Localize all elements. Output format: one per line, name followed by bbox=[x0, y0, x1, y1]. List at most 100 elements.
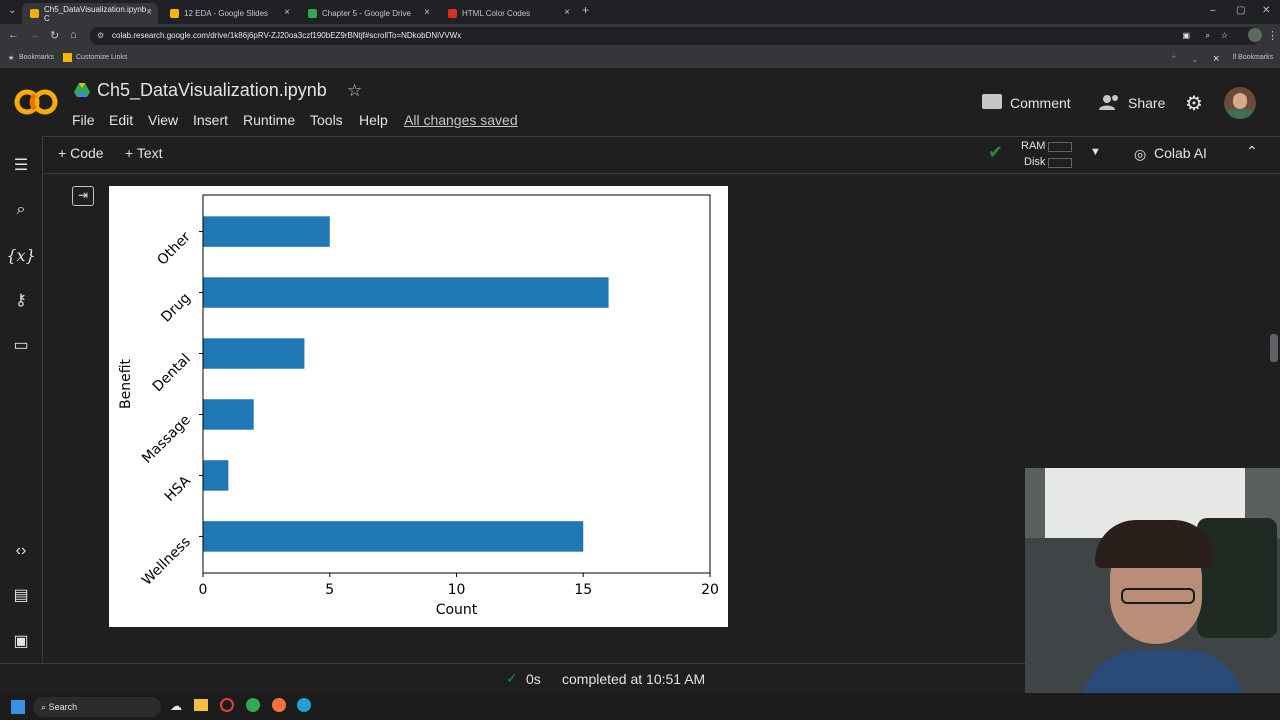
command-palette-icon[interactable]: ▤ bbox=[10, 584, 32, 606]
tab-search-icon[interactable]: ⌄ bbox=[8, 5, 16, 16]
bar-chart: Wellness HSA Massage Dental Drug Other 0 5 10 15 2… bbox=[118, 194, 719, 618]
all-bookmarks-link[interactable]: ll Bookmarks bbox=[1233, 54, 1273, 61]
colab-ai-button[interactable]: Colab AI bbox=[1154, 145, 1207, 161]
runtime-dropdown-icon[interactable]: ▼ bbox=[1090, 146, 1101, 158]
notebook-title[interactable]: Ch5_DataVisualization.ipynb bbox=[97, 80, 327, 101]
url-text: colab.research.google.com/drive/1k86j6pR… bbox=[112, 31, 462, 40]
y-tick-label: Wellness bbox=[139, 534, 194, 589]
close-tab-icon[interactable]: × bbox=[146, 7, 152, 18]
zoom-icon[interactable]: ⌕ bbox=[1206, 27, 1210, 45]
find-next-icon[interactable]: ⌄ bbox=[1191, 54, 1199, 65]
y-tick-label: Massage bbox=[139, 412, 194, 467]
menu-view[interactable]: View bbox=[148, 112, 178, 128]
menu-edit[interactable]: Edit bbox=[109, 112, 133, 128]
execution-time[interactable]: 0s bbox=[526, 671, 541, 687]
status-message: completed at 10:51 AM bbox=[562, 671, 706, 687]
firefox-icon[interactable] bbox=[272, 698, 286, 712]
chrome-icon[interactable] bbox=[246, 698, 260, 712]
install-app-icon[interactable]: ▣ bbox=[1182, 27, 1190, 45]
windows-start-icon[interactable] bbox=[11, 700, 25, 714]
find-close-icon[interactable]: × bbox=[1213, 53, 1219, 65]
x-tick-label: 15 bbox=[574, 582, 592, 598]
star-icon[interactable]: ☆ bbox=[347, 81, 362, 101]
menu-file[interactable]: File bbox=[72, 112, 95, 128]
bar-other bbox=[203, 216, 330, 247]
customize-links-link[interactable]: Customize Links bbox=[76, 54, 127, 61]
ram-label: RAM bbox=[1021, 140, 1046, 152]
variables-icon[interactable]: {x} bbox=[6, 244, 35, 266]
maximize-icon[interactable]: ▢ bbox=[1236, 5, 1245, 16]
resources-indicator[interactable]: RAM Disk bbox=[1016, 140, 1086, 170]
menu-insert[interactable]: Insert bbox=[193, 112, 228, 128]
x-tick-label: 0 bbox=[199, 582, 208, 598]
y-tick-label: Dental bbox=[150, 351, 194, 395]
app-icon[interactable] bbox=[220, 698, 234, 712]
bookmarks-link[interactable]: Bookmarks bbox=[19, 54, 54, 61]
cell-output-chart: Wellness HSA Massage Dental Drug Other 0 5 10 15 2… bbox=[109, 186, 728, 627]
comment-button[interactable]: Comment bbox=[1010, 95, 1071, 111]
site-info-icon[interactable]: ⚙ bbox=[97, 27, 104, 45]
bar-hsa bbox=[203, 460, 229, 491]
table-of-contents-icon[interactable]: ☰ bbox=[10, 154, 32, 176]
tab-title: Ch5_DataVisualization.ipynb - C bbox=[44, 4, 152, 23]
scrollbar-thumb[interactable] bbox=[1270, 334, 1278, 362]
browser-tab-colab[interactable]: Ch5_DataVisualization.ipynb - C × bbox=[22, 3, 158, 24]
colab-ai-icon[interactable]: ◎ bbox=[1134, 146, 1146, 163]
plot-frame bbox=[202, 194, 711, 574]
bar-wellness bbox=[203, 521, 584, 552]
file-explorer-icon[interactable] bbox=[194, 699, 208, 711]
close-window-icon[interactable]: ✕ bbox=[1262, 5, 1270, 16]
drive-favicon-icon bbox=[308, 9, 317, 18]
widgets-icon[interactable]: ☁ bbox=[170, 699, 182, 713]
add-text-button[interactable]: + Text bbox=[125, 145, 163, 161]
find-prev-icon[interactable]: ⌃ bbox=[1170, 54, 1178, 65]
bar-drug bbox=[203, 277, 609, 308]
add-code-button[interactable]: + Code bbox=[58, 145, 104, 161]
secrets-key-icon[interactable]: ⚷ bbox=[10, 289, 32, 311]
profile-avatar-icon[interactable] bbox=[1248, 28, 1262, 42]
browser-tab-slides[interactable]: 12 EDA - Google Slides × bbox=[162, 3, 296, 24]
drive-icon[interactable] bbox=[74, 83, 90, 97]
bar-massage bbox=[203, 399, 254, 430]
back-icon[interactable]: ← bbox=[8, 29, 19, 41]
close-tab-icon[interactable]: × bbox=[424, 7, 430, 18]
menu-tools[interactable]: Tools bbox=[310, 112, 343, 128]
files-folder-icon[interactable]: ▭ bbox=[10, 334, 32, 356]
home-icon[interactable]: ⌂ bbox=[70, 29, 77, 41]
browser-tab-html-colors[interactable]: HTML Color Codes × bbox=[440, 3, 576, 24]
settings-gear-icon[interactable]: ⚙ bbox=[1185, 91, 1203, 116]
browser-tab-drive[interactable]: Chapter 5 - Google Drive × bbox=[300, 3, 436, 24]
colab-logo-icon[interactable] bbox=[14, 87, 58, 117]
close-tab-icon[interactable]: × bbox=[284, 7, 290, 18]
bookmark-star-icon[interactable]: ☆ bbox=[1221, 27, 1228, 45]
colab-favicon-icon bbox=[30, 9, 39, 18]
disk-label: Disk bbox=[1024, 156, 1046, 168]
add-text-label: Text bbox=[136, 145, 163, 161]
code-snippets-icon[interactable]: ‹› bbox=[10, 540, 32, 562]
save-status-link[interactable]: All changes saved bbox=[404, 112, 518, 128]
menu-runtime[interactable]: Runtime bbox=[243, 112, 295, 128]
terminal-icon[interactable]: ▣ bbox=[10, 630, 32, 652]
search-icon[interactable]: ⌕ bbox=[10, 199, 32, 221]
connected-check-icon: ✔ bbox=[988, 142, 1004, 162]
collapse-header-icon[interactable]: ⌃ bbox=[1246, 143, 1258, 160]
browser-nav-bar: ← → ↻ ⌂ ⚙ colab.research.google.com/driv… bbox=[0, 24, 1280, 48]
address-bar[interactable]: ⚙ colab.research.google.com/drive/1k86j6… bbox=[90, 27, 1262, 45]
output-actions-icon[interactable]: ⇥ bbox=[72, 186, 94, 206]
comment-icon[interactable] bbox=[982, 94, 1002, 109]
taskbar-search[interactable]: ⌕ Search bbox=[33, 697, 161, 717]
user-avatar[interactable] bbox=[1224, 87, 1256, 119]
menu-help[interactable]: Help bbox=[359, 112, 388, 128]
share-button[interactable]: Share bbox=[1128, 95, 1165, 111]
y-tick-label: Drug bbox=[158, 290, 194, 326]
edge-icon[interactable] bbox=[297, 698, 311, 712]
share-people-icon[interactable] bbox=[1099, 94, 1121, 110]
y-axis-label: Benefit bbox=[118, 358, 134, 409]
minimize-icon[interactable]: – bbox=[1210, 5, 1216, 16]
new-tab-icon[interactable]: + bbox=[582, 3, 589, 17]
browser-menu-icon[interactable]: ⋮ bbox=[1267, 29, 1278, 42]
reload-icon[interactable]: ↻ bbox=[50, 29, 59, 42]
close-tab-icon[interactable]: × bbox=[564, 7, 570, 18]
forward-icon[interactable]: → bbox=[29, 29, 40, 41]
disk-meter bbox=[1048, 158, 1072, 168]
